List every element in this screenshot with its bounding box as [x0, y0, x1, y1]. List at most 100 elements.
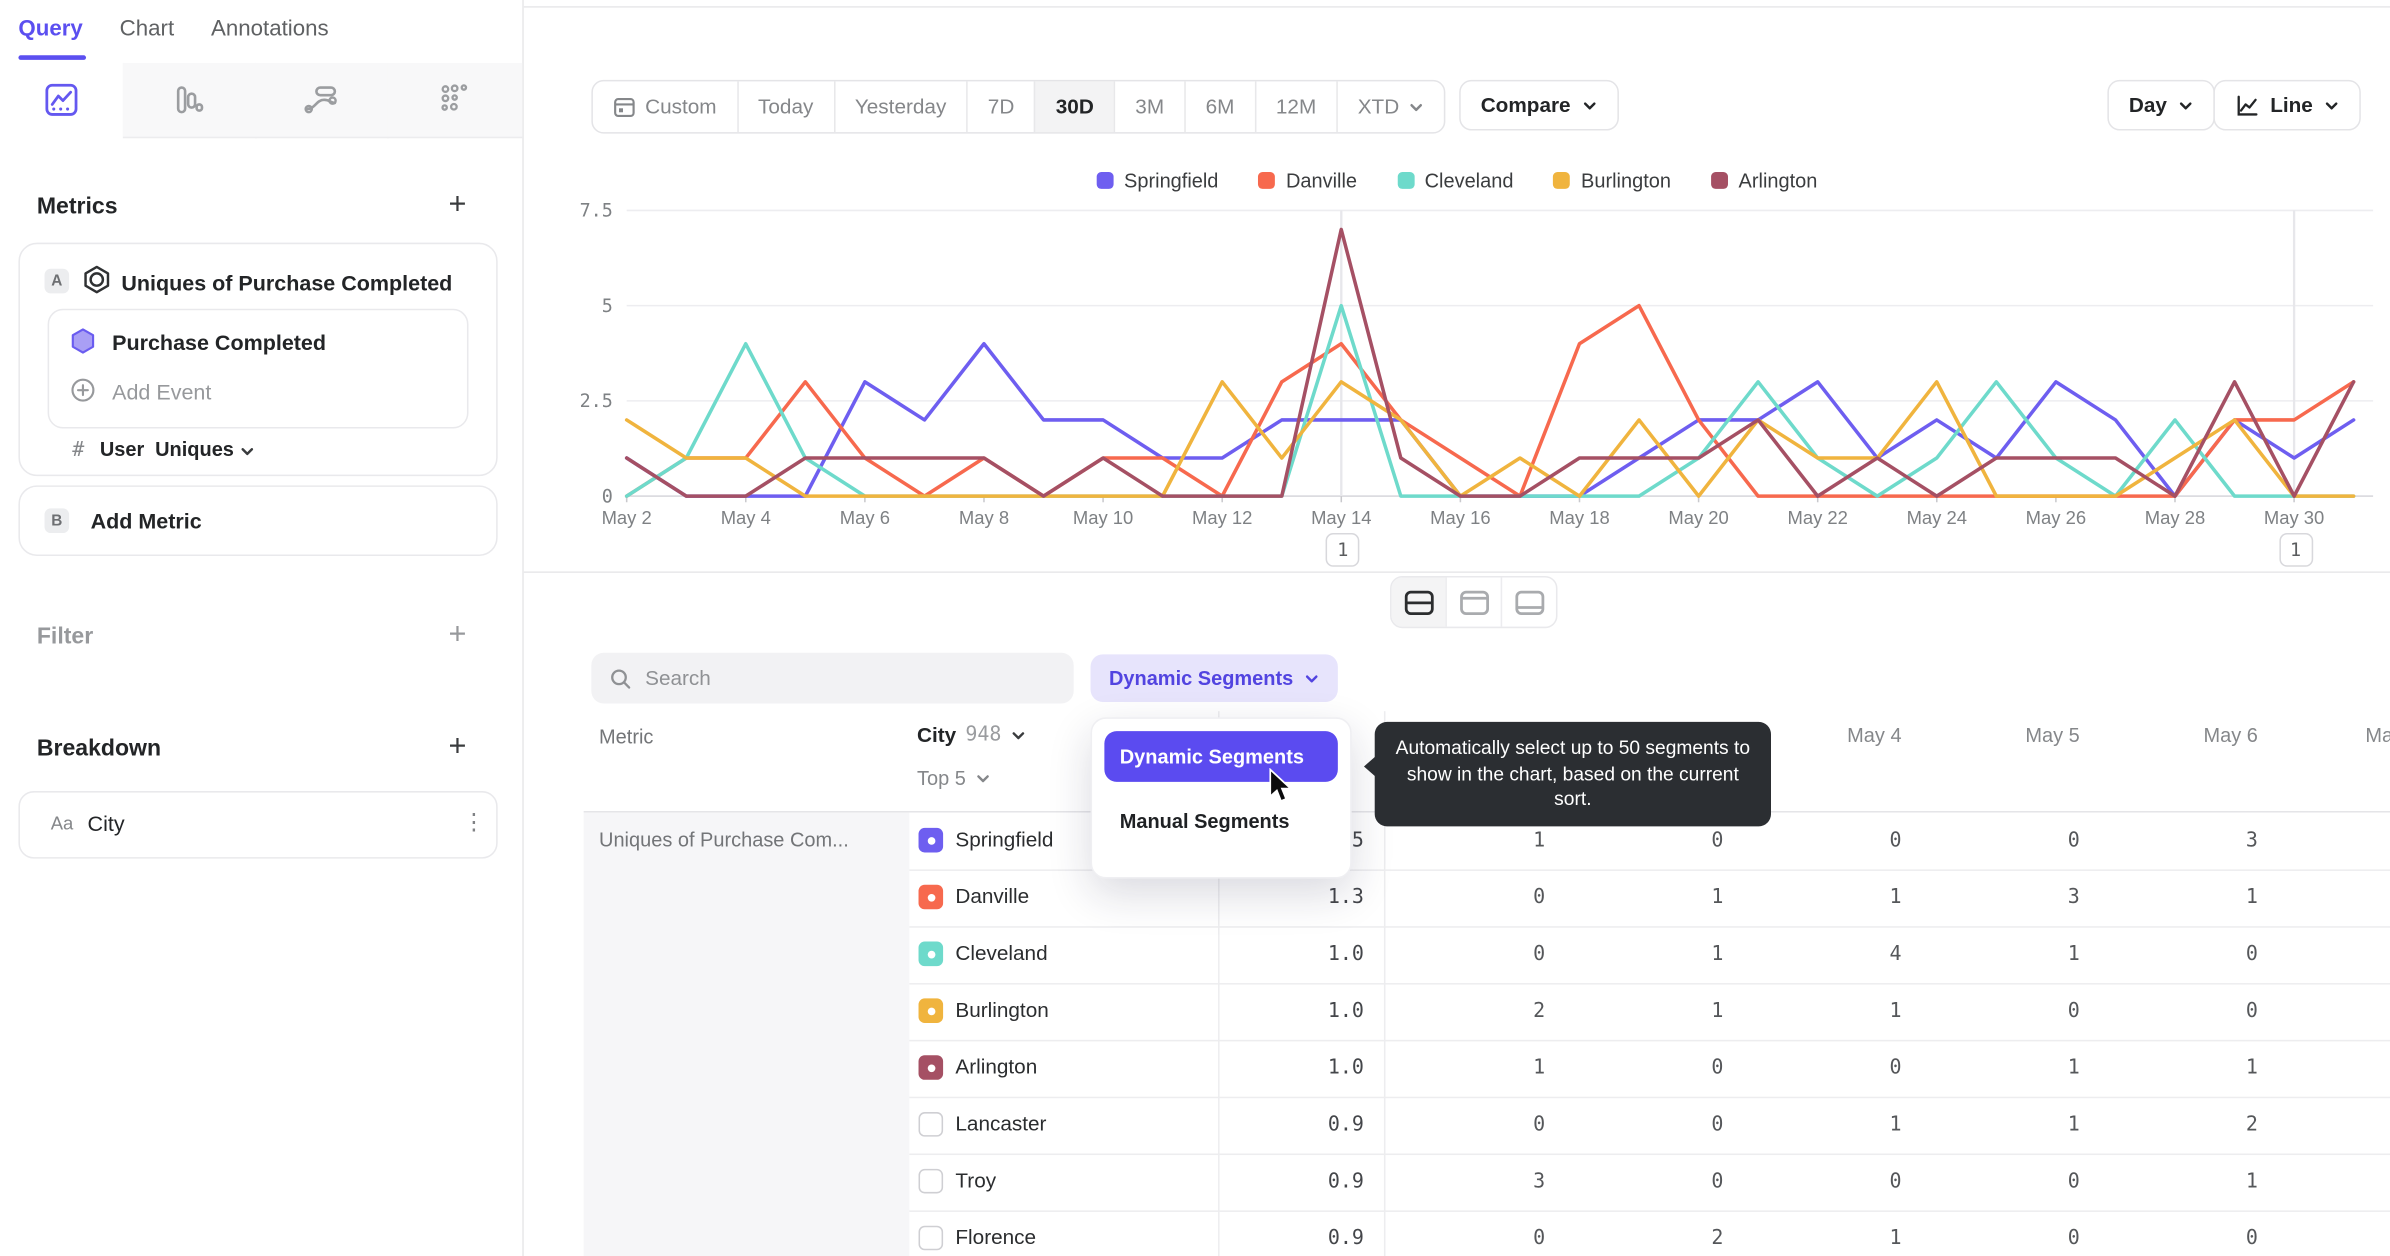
segment-city-label: Lancaster — [955, 1112, 1047, 1136]
search-input[interactable]: Search — [591, 652, 1074, 704]
y-axis-tick-label: 2.5 — [580, 391, 613, 412]
x-axis-tick-label: May 18 — [1549, 507, 1609, 528]
x-axis-tick-label: May 22 — [1787, 507, 1847, 528]
top-n-selector[interactable]: Top 5 — [917, 766, 990, 789]
breakdown-title: Breakdown — [36, 735, 162, 762]
segment-day-value: 0 — [1711, 1113, 1724, 1137]
date-range-label: 12M — [1275, 95, 1317, 119]
chart-type-scatter-cell[interactable] — [387, 62, 523, 139]
layout-top-panel-button[interactable] — [1445, 577, 1500, 627]
event-hexagon-icon — [71, 328, 95, 354]
compare-button[interactable]: Compare — [1459, 79, 1619, 131]
table-row-burlington[interactable]: Burlington 1.0 2 1 1 0 0 — [909, 983, 2390, 1042]
segment-checkbox[interactable] — [918, 1168, 944, 1194]
tab-annotations[interactable]: Annotations — [211, 17, 329, 42]
chart-type-line-cell[interactable] — [0, 62, 125, 137]
metric-a-card[interactable]: A Uniques of Purchase Completed Purchase… — [18, 242, 498, 477]
segment-checkbox-checked[interactable] — [918, 941, 944, 967]
menu-item-manual-segments[interactable]: Manual Segments — [1104, 796, 1337, 847]
calendar-icon — [614, 97, 635, 118]
metric-a-title: Uniques of Purchase Completed — [121, 270, 453, 295]
date-range-custom[interactable]: Custom — [593, 81, 737, 132]
segment-city-label: Danville — [955, 884, 1030, 908]
segment-day-value: 1 — [1889, 1227, 1902, 1251]
chevron-down-icon — [1410, 103, 1422, 111]
table-row-troy[interactable]: Troy 0.9 3 0 0 0 1 — [909, 1154, 2390, 1212]
chevron-down-icon — [2325, 101, 2338, 109]
event-name[interactable]: Purchase Completed — [112, 330, 326, 355]
table-row-lancaster[interactable]: Lancaster 0.9 0 0 1 1 2 — [909, 1097, 2390, 1156]
segment-checkbox-checked[interactable] — [918, 1055, 944, 1080]
table-row-arlington[interactable]: Arlington 1.0 1 0 0 1 1 — [909, 1040, 2390, 1099]
segment-checkbox[interactable] — [918, 1225, 944, 1251]
segment-day-value: 1 — [1711, 886, 1724, 910]
chart-type-button[interactable]: Line — [2213, 79, 2361, 131]
breakdown-city-card[interactable]: Aa City ⋮ — [18, 791, 498, 859]
segment-day-value: 0 — [2245, 999, 2258, 1023]
date-range-12m[interactable]: 12M — [1254, 81, 1336, 133]
add-filter-plus-icon[interactable]: + — [449, 619, 467, 650]
date-range-label: 6M — [1205, 95, 1235, 119]
add-metric-plus-icon[interactable]: + — [449, 189, 467, 220]
segments-table-body: Springfield1.510003Danville1.301131Cleve… — [909, 813, 2390, 1256]
annotation-badge[interactable]: 1 — [1325, 532, 1360, 567]
measure-user[interactable]: User — [100, 438, 144, 461]
date-range-label: Custom — [645, 95, 717, 119]
segment-day-value: 3 — [2245, 829, 2258, 853]
menu-item-dynamic-segments[interactable]: Dynamic Segments — [1104, 731, 1338, 782]
table-row-cleveland[interactable]: Cleveland 1.0 0 1 4 1 0 — [909, 926, 2390, 985]
add-event-plus-icon — [71, 378, 95, 402]
date-range-yesterday[interactable]: Yesterday — [833, 81, 966, 133]
kebab-menu-icon[interactable]: ⋮ — [462, 808, 485, 835]
metric-a-badge: A — [44, 268, 70, 294]
date-column-header: May 5 — [2025, 723, 2080, 747]
chevron-down-icon — [1012, 731, 1025, 739]
add-breakdown-plus-icon[interactable]: + — [449, 731, 467, 762]
date-range-today[interactable]: Today — [736, 81, 834, 133]
segment-day-value: 1 — [2245, 1056, 2258, 1080]
x-axis-tick-label: May 12 — [1192, 507, 1252, 528]
date-range-6m[interactable]: 6M — [1184, 81, 1254, 133]
date-range-7d[interactable]: 7D — [966, 81, 1034, 133]
annotation-badge[interactable]: 1 — [2278, 532, 2313, 567]
compare-label: Compare — [1480, 93, 1571, 117]
chart-type-bar-cell[interactable] — [122, 62, 257, 139]
segment-day-value: 0 — [1889, 1056, 1902, 1080]
segment-checkbox-checked[interactable] — [918, 884, 944, 910]
tab-chart[interactable]: Chart — [120, 17, 174, 42]
segment-day-value: 2 — [2245, 1113, 2258, 1137]
segment-day-value: 1 — [1889, 999, 1902, 1023]
measure-type[interactable]: Uniques — [155, 438, 234, 461]
segment-day-value: 0 — [1711, 829, 1724, 853]
date-range-label: Yesterday — [854, 95, 947, 119]
chart-type-flow-cell[interactable] — [254, 62, 389, 139]
segment-day-value: 1 — [1711, 999, 1724, 1023]
segments-dropdown-button[interactable]: Dynamic Segments — [1090, 654, 1338, 702]
series-line-arlington[interactable] — [624, 227, 2356, 498]
metric-row-label-cell: Uniques of Purchase Com... — [583, 812, 910, 1256]
breakdown-header-label: City — [916, 723, 957, 747]
date-range-30d[interactable]: 30D — [1034, 81, 1114, 133]
date-range-xtd[interactable]: XTD — [1336, 81, 1444, 133]
table-row-florence[interactable]: Florence 0.9 0 2 1 0 0 — [909, 1210, 2390, 1256]
series-line-burlington[interactable] — [624, 380, 2356, 498]
panel-divider — [523, 571, 2390, 573]
segment-checkbox[interactable] — [918, 1112, 944, 1137]
segment-checkbox-checked[interactable] — [918, 827, 944, 853]
query-sidebar: Query Chart Annotations Metrics + A Uniq… — [0, 0, 524, 1256]
metric-b-card[interactable]: B Add Metric — [18, 485, 498, 557]
tab-query[interactable]: Query — [18, 17, 82, 42]
segment-checkbox-checked[interactable] — [918, 998, 944, 1023]
layout-bottom-panel-button[interactable] — [1500, 577, 1556, 627]
breakdown-column-header[interactable]: City 948 — [917, 723, 1026, 746]
interval-button[interactable]: Day — [2107, 79, 2215, 131]
date-range-3m[interactable]: 3M — [1113, 81, 1184, 133]
line-chart[interactable]: 0 2.5 5 7.5 May 2 May 4 May 6 May 8 May 10 May 12… — [524, 147, 2390, 596]
x-axis-tick-label: May 28 — [2145, 507, 2205, 528]
add-event-label[interactable]: Add Event — [112, 379, 211, 404]
metric-row-label: Uniques of Purchase Com... — [599, 827, 849, 851]
segment-average-value: 1.0 — [1327, 943, 1364, 967]
segment-day-value: 1 — [2067, 943, 2080, 967]
breakdown-count: 948 — [965, 723, 1002, 747]
layout-split-view-button[interactable] — [1391, 577, 1446, 627]
